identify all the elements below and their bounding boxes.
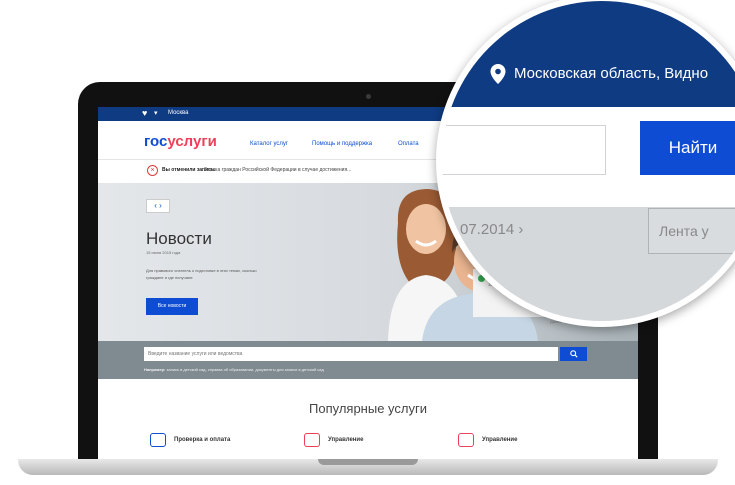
find-button[interactable]: Найти xyxy=(640,121,735,175)
service-item[interactable]: Управление xyxy=(482,437,517,443)
service-icon xyxy=(458,433,474,447)
close-icon[interactable]: × xyxy=(147,165,158,176)
search-hint: Например: запись в детский сад, справка … xyxy=(144,367,324,372)
nav-catalog[interactable]: Каталог услуг xyxy=(250,141,288,147)
service-icon xyxy=(150,433,166,447)
all-news-button[interactable]: Все новости xyxy=(146,298,198,315)
camera-icon xyxy=(366,94,371,99)
magnifier-search-input[interactable] xyxy=(442,125,606,175)
service-item[interactable]: Управление xyxy=(328,437,363,443)
popular-title: Популярные услуги xyxy=(309,401,427,416)
location-text[interactable]: Московская область, Видно xyxy=(514,65,708,82)
popular-services: Популярные услуги Проверка и оплата Упра… xyxy=(98,379,638,459)
laptop-notch xyxy=(318,459,418,465)
news-pager[interactable]: ‹ › xyxy=(146,199,170,213)
magnifier-header xyxy=(442,1,735,107)
emblem-icon: ♥ xyxy=(142,108,148,118)
search-band: Например: запись в детский сад, справка … xyxy=(98,341,638,379)
service-item[interactable]: Проверка и оплата xyxy=(174,437,230,443)
news-title: Новости xyxy=(146,229,212,248)
service-icon xyxy=(304,433,320,447)
search-button[interactable] xyxy=(560,347,587,361)
search-input[interactable] xyxy=(144,347,558,361)
search-icon xyxy=(569,350,578,358)
feed-button[interactable]: Лента у xyxy=(648,208,735,254)
nav-payment[interactable]: Оплата xyxy=(398,141,419,147)
region-selector[interactable]: Москва xyxy=(168,110,188,116)
chevron-down-icon[interactable]: ▾ xyxy=(154,109,158,117)
nav-help[interactable]: Помощь и поддержка xyxy=(312,141,372,147)
site-logo[interactable]: госуслуги xyxy=(144,133,217,150)
magnifier-date[interactable]: 07.2014 › xyxy=(460,221,523,238)
location-pin-icon xyxy=(490,64,506,84)
magnifier-zoom: Московская область, Видно Найти 07.2014 … xyxy=(436,0,735,327)
news-date: 15 июня 2015 года xyxy=(146,250,181,255)
alert-text: Заявка граждан Российской Федерации в сл… xyxy=(204,167,352,173)
news-text: Для правового читатель о подготовке в эт… xyxy=(146,268,257,280)
